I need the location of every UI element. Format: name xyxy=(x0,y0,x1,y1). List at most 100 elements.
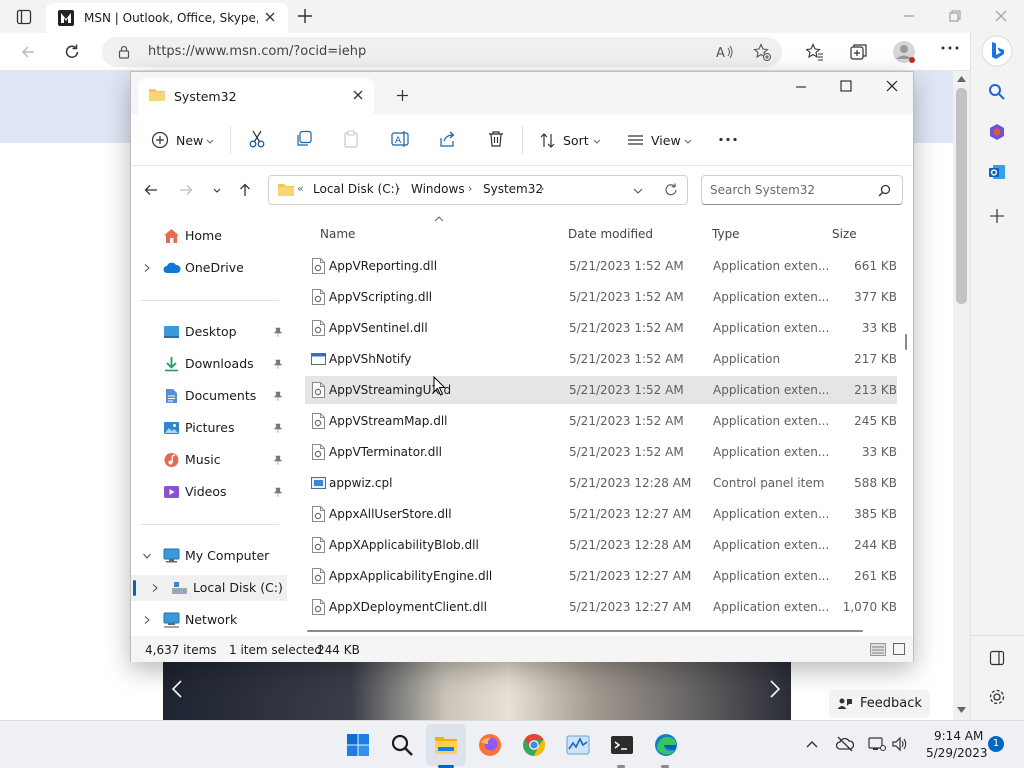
add-sidebar-app-icon[interactable] xyxy=(989,208,1005,224)
nav-item-network[interactable]: Network xyxy=(131,607,291,633)
file-list-horizontal-scrollbar[interactable] xyxy=(307,630,863,632)
nav-item-videos[interactable]: Videos xyxy=(131,479,291,505)
taskbar-edge-icon[interactable] xyxy=(654,733,678,757)
nav-item-documents[interactable]: Documents xyxy=(131,383,291,409)
paste-icon[interactable] xyxy=(343,130,361,148)
pin-icon[interactable] xyxy=(273,327,283,337)
url-field[interactable]: https://www.msn.com/?ocid=iehp A xyxy=(102,37,782,67)
new-tab-icon[interactable] xyxy=(297,8,313,24)
share-icon[interactable] xyxy=(439,130,457,148)
back-arrow-icon[interactable] xyxy=(144,184,158,196)
profile-avatar[interactable] xyxy=(892,40,916,64)
carousel-prev-icon[interactable] xyxy=(171,679,183,699)
carousel-next-icon[interactable] xyxy=(769,679,781,699)
scroll-up-icon[interactable] xyxy=(957,76,966,82)
search-sidebar-icon[interactable] xyxy=(988,83,1006,101)
nav-item-downloads[interactable]: Downloads xyxy=(131,351,291,377)
refresh-icon[interactable] xyxy=(63,43,81,61)
back-icon[interactable] xyxy=(20,44,36,60)
pin-icon[interactable] xyxy=(273,359,283,369)
settings-more-icon[interactable] xyxy=(941,45,959,51)
file-row[interactable]: AppVSentinel.dll 5/21/2023 1:52 AM Applica… xyxy=(305,314,897,342)
copy-icon[interactable] xyxy=(295,130,313,148)
address-path-box[interactable]: « Local Disk (C:) › Windows › System32 › xyxy=(268,175,688,205)
bing-copilot-icon[interactable] xyxy=(981,35,1013,67)
breadcrumb-system32[interactable]: System32 xyxy=(483,182,543,196)
view-button[interactable]: View xyxy=(625,128,695,154)
nav-item-my-computer[interactable]: My Computer xyxy=(131,543,291,569)
taskbar-chrome-icon[interactable] xyxy=(522,733,546,757)
read-aloud-icon[interactable]: A xyxy=(716,44,734,60)
search-box[interactable]: Search System32 xyxy=(701,175,903,205)
breadcrumb-local-disk[interactable]: Local Disk (C:) xyxy=(313,182,399,196)
breadcrumb-windows[interactable]: Windows xyxy=(411,182,465,196)
hide-sidebar-icon[interactable] xyxy=(989,650,1005,666)
rename-icon[interactable]: A xyxy=(391,130,409,148)
explorer-tab-system32[interactable]: System32 xyxy=(138,78,374,114)
up-arrow-icon[interactable] xyxy=(239,183,251,197)
file-row[interactable]: AppXDeploymentClient.dll 5/21/2023 12:27 … xyxy=(305,593,897,621)
pin-icon[interactable] xyxy=(273,487,283,497)
close-explorer-tab-icon[interactable] xyxy=(352,89,364,101)
clock-date[interactable]: 5/29/2023 xyxy=(926,746,988,760)
new-explorer-tab-icon[interactable] xyxy=(396,89,409,102)
taskbar-file-explorer-icon[interactable] xyxy=(434,733,458,757)
path-dropdown-chevron-icon[interactable] xyxy=(633,188,643,194)
expand-chevron-icon[interactable] xyxy=(143,616,151,624)
outlook-sidebar-icon[interactable] xyxy=(988,163,1006,181)
recent-locations-chevron-icon[interactable] xyxy=(213,188,221,193)
details-view-icon[interactable] xyxy=(870,643,886,656)
collapse-chevron-icon[interactable] xyxy=(143,552,151,560)
delete-icon[interactable] xyxy=(487,130,505,148)
explorer-maximize-icon[interactable] xyxy=(839,79,853,93)
nav-item-home[interactable]: Home xyxy=(131,223,291,249)
collections-icon[interactable] xyxy=(850,43,868,61)
column-header-name[interactable]: Name xyxy=(320,227,355,241)
taskbar-terminal-icon[interactable] xyxy=(610,733,634,757)
clock-time[interactable]: 9:14 AM xyxy=(934,729,983,743)
close-tab-icon[interactable] xyxy=(264,11,276,23)
pin-icon[interactable] xyxy=(273,455,283,465)
pin-icon[interactable] xyxy=(273,391,283,401)
file-row[interactable]: AppVStreamMap.dll 5/21/2023 1:52 AM Applic… xyxy=(305,407,897,435)
file-list-scrollbar-thumb[interactable] xyxy=(905,334,907,350)
pin-icon[interactable] xyxy=(273,423,283,433)
new-button[interactable]: New xyxy=(143,128,217,154)
taskbar-search-icon[interactable] xyxy=(390,733,414,757)
tiles-view-icon[interactable] xyxy=(893,643,905,655)
column-header-type[interactable]: Type xyxy=(712,227,740,241)
forward-arrow-icon[interactable] xyxy=(179,184,193,196)
file-row[interactable]: appwiz.cpl 5/21/2023 12:28 AM Control pane… xyxy=(305,469,897,497)
explorer-minimize-icon[interactable] xyxy=(794,80,808,94)
favorites-icon[interactable] xyxy=(806,43,824,61)
file-row[interactable]: AppxApplicabilityEngine.dll 5/21/2023 12:… xyxy=(305,562,897,590)
nav-item-pictures[interactable]: Pictures xyxy=(131,415,291,441)
see-more-icon[interactable] xyxy=(719,137,737,142)
network-status-icon[interactable] xyxy=(868,736,886,752)
refresh-folder-icon[interactable] xyxy=(664,183,678,197)
notification-badge[interactable]: 1 xyxy=(988,736,1004,752)
column-header-size[interactable]: Size xyxy=(832,227,857,241)
taskbar-firefox-icon[interactable] xyxy=(478,733,502,757)
start-windows-icon[interactable] xyxy=(346,733,370,757)
taskbar-task-manager-icon[interactable] xyxy=(566,733,590,757)
office-sidebar-icon[interactable] xyxy=(988,123,1006,141)
volume-icon[interactable] xyxy=(891,736,909,752)
news-carousel-image[interactable] xyxy=(163,661,791,720)
tab-actions-icon[interactable] xyxy=(16,9,32,25)
nav-item-desktop[interactable]: Desktop xyxy=(131,319,291,345)
nav-item-onedrive[interactable]: OneDrive xyxy=(131,255,291,281)
column-header-date[interactable]: Date modified xyxy=(568,227,653,241)
nav-item-music[interactable]: Music xyxy=(131,447,291,473)
file-row[interactable]: AppVStreamingUX.d 5/21/2023 1:52 AM Applic… xyxy=(305,376,897,404)
file-row[interactable]: AppVReporting.dll 5/21/2023 1:52 AM Applic… xyxy=(305,252,897,280)
page-scrollbar-thumb[interactable] xyxy=(956,88,967,304)
expand-chevron-icon[interactable] xyxy=(143,264,151,272)
explorer-close-icon[interactable] xyxy=(885,79,899,93)
sidebar-settings-icon[interactable] xyxy=(988,688,1006,706)
sort-button[interactable]: Sort xyxy=(535,128,605,154)
close-window-icon[interactable] xyxy=(994,9,1008,23)
browser-tab-msn[interactable]: MSN | Outlook, Office, Skype, Bi xyxy=(46,3,288,33)
file-row[interactable]: AppVShNotify 5/21/2023 1:52 AM Application… xyxy=(305,345,897,373)
file-row[interactable]: AppxAllUserStore.dll 5/21/2023 12:27 AM Ap… xyxy=(305,500,897,528)
